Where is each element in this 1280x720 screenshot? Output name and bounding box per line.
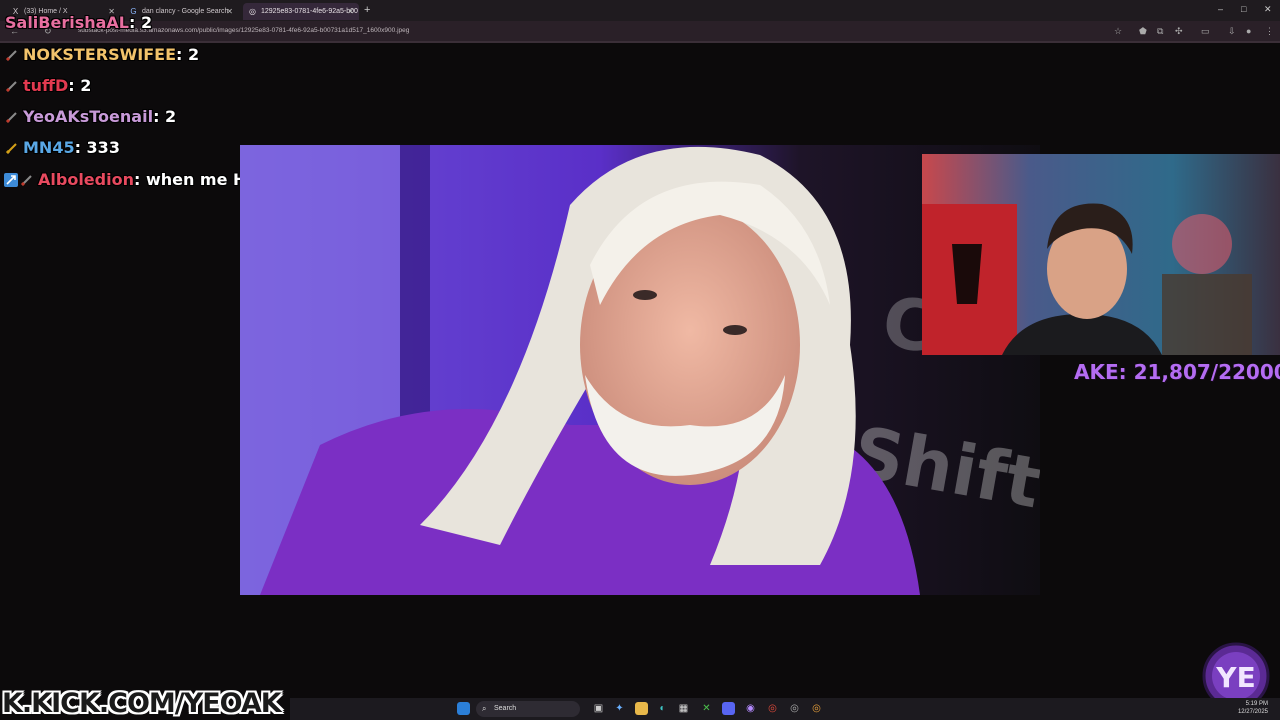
- search-icon: ⌕: [482, 704, 487, 713]
- chat-message-top: SaliBerishaAL: 2: [5, 13, 153, 32]
- sword-badge-icon: [5, 81, 17, 93]
- chat-message: YeoAKsToenail: 2: [5, 106, 176, 128]
- browser-tab-bar: X (33) Home / X ✕ G dan clancy - Google …: [0, 0, 1280, 21]
- chrome-icon[interactable]: ◎: [766, 702, 779, 715]
- windows-start-icon[interactable]: [457, 702, 470, 715]
- star-icon[interactable]: ☆: [1114, 26, 1122, 36]
- edge-icon[interactable]: ◐: [656, 702, 669, 715]
- taskbar-clock[interactable]: 5:19 PM 12/27/2025: [1238, 700, 1268, 716]
- copilot-icon[interactable]: ✦: [613, 702, 626, 715]
- chat-text: 2: [165, 107, 177, 126]
- menu-icon[interactable]: ⋮: [1265, 26, 1274, 36]
- discord-icon[interactable]: [722, 702, 735, 715]
- kick-url-banner: K.KICK.COM/YEOAK: [2, 688, 282, 719]
- chat-message: NOKSTERSWIFEE: 2: [5, 44, 199, 66]
- maximize-button[interactable]: □: [1241, 4, 1246, 14]
- minimize-button[interactable]: –: [1218, 4, 1223, 14]
- chat-text: 2: [80, 76, 92, 95]
- chat-username: tuffD: [23, 76, 69, 95]
- sidebar-icon[interactable]: ▭: [1201, 26, 1210, 36]
- sub-goal-counter: AKE: 21,807/22000: [1074, 360, 1280, 384]
- chat-username: YeoAKsToenail: [23, 107, 154, 126]
- tab-image[interactable]: ◎ 12925e83-0781-4fe6-92a5-b00 ✕: [243, 3, 359, 20]
- globe-icon: ◎: [249, 7, 256, 16]
- tab-label: dan clancy - Google Search: [142, 8, 229, 15]
- photo-illustration: C Shifti: [240, 145, 1040, 595]
- windows-taskbar: ⌕ Search ▣ ✦ ◐ ▦ ✕ ◉ ◎ ◎ ◎ 5:19 PM 12/27…: [290, 698, 1280, 720]
- chat-username: NOKSTERSWIFEE: [23, 45, 176, 64]
- extension-icon[interactable]: ⧉: [1157, 26, 1163, 36]
- svg-text:YE: YE: [1215, 661, 1255, 694]
- profile-icon[interactable]: ●: [1246, 26, 1251, 36]
- address-bar: ← ↻ substack-post-media.s3.amazonaws.com…: [0, 21, 1280, 41]
- sword-badge-icon: [20, 175, 32, 187]
- chat-text: 2: [187, 45, 200, 64]
- obs-icon[interactable]: ◉: [744, 702, 757, 715]
- webcam-feed: [922, 154, 1280, 355]
- chat-username: Alboledion: [38, 170, 134, 189]
- sword-badge-icon: [5, 50, 17, 62]
- tab-label: 12925e83-0781-4fe6-92a5-b00: [261, 8, 358, 15]
- download-icon[interactable]: ⇩: [1228, 26, 1236, 36]
- chrome-icon[interactable]: ◎: [810, 702, 823, 715]
- chat-username: SaliBerishaAL: [5, 13, 129, 32]
- close-icon[interactable]: ✕: [347, 3, 354, 20]
- task-view-icon[interactable]: ▣: [592, 702, 605, 715]
- close-icon[interactable]: ✕: [226, 3, 233, 20]
- webcam-overlay: [922, 154, 1280, 355]
- vip-badge-icon: [4, 173, 18, 187]
- chat-message: MN45: 333: [5, 137, 120, 159]
- shield-icon[interactable]: ⬟: [1139, 26, 1147, 36]
- xbox-icon[interactable]: ✕: [700, 702, 713, 715]
- new-tab-button[interactable]: +: [364, 3, 370, 17]
- search-label: Search: [494, 705, 517, 712]
- store-icon[interactable]: ▦: [677, 702, 690, 715]
- sword-badge-icon: [5, 143, 17, 155]
- close-window-button[interactable]: ✕: [1264, 4, 1272, 15]
- puzzle-icon[interactable]: ✣: [1175, 26, 1183, 36]
- chat-text: 2: [140, 13, 153, 32]
- viewed-image: C Shifti: [240, 145, 1040, 595]
- taskbar-search[interactable]: ⌕ Search: [476, 701, 580, 717]
- chrome-icon[interactable]: ◎: [788, 702, 801, 715]
- clock-time: 5:19 PM: [1245, 701, 1268, 707]
- divider: [0, 41, 1280, 43]
- sword-badge-icon: [5, 112, 17, 124]
- chat-message: tuffD: 2: [5, 75, 91, 97]
- file-explorer-icon[interactable]: [635, 702, 648, 715]
- chat-username: MN45: [23, 138, 75, 157]
- chat-text: 333: [86, 138, 120, 157]
- clock-date: 12/27/2025: [1237, 709, 1268, 715]
